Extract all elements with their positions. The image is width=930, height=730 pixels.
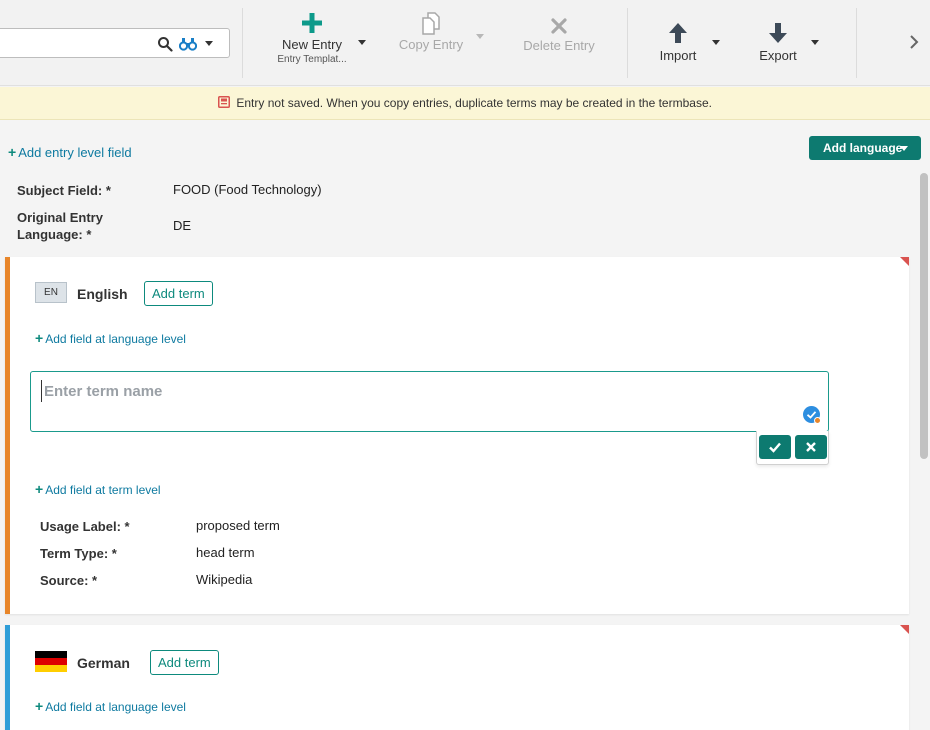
- plus-icon: +: [35, 481, 44, 497]
- toolbar-separator: [242, 8, 243, 78]
- plus-icon: +: [35, 698, 44, 714]
- plus-icon: [302, 13, 322, 33]
- warning-icon: [218, 96, 231, 108]
- toolbar-separator: [856, 8, 857, 78]
- cancel-term-button[interactable]: [795, 435, 827, 459]
- term-name-field[interactable]: [30, 371, 829, 432]
- term-type-value: head term: [196, 545, 255, 560]
- copy-entry-label: Copy Entry: [398, 37, 464, 52]
- usage-label-label: Usage Label: *: [40, 519, 130, 534]
- scrollbar-thumb[interactable]: [920, 173, 928, 459]
- usage-label-value: proposed term: [196, 518, 280, 533]
- search-icon[interactable]: [157, 36, 173, 52]
- copy-icon: [422, 12, 440, 35]
- export-button[interactable]: Export: [752, 10, 804, 63]
- check-icon: [769, 442, 781, 453]
- term-name-input[interactable]: [41, 380, 741, 402]
- export-label: Export: [759, 48, 797, 63]
- add-entry-level-field-link[interactable]: + Add entry level field: [8, 144, 132, 160]
- search-input[interactable]: [3, 34, 143, 52]
- add-field-language-level-link[interactable]: + Add field at language level: [35, 698, 186, 714]
- language-name: English: [77, 286, 128, 302]
- add-term-button[interactable]: Add term: [144, 281, 213, 306]
- term-type-label: Term Type: *: [40, 546, 117, 561]
- warning-banner: Entry not saved. When you copy entries, …: [0, 87, 930, 120]
- close-icon: [806, 442, 816, 452]
- add-language-button[interactable]: Add language: [809, 136, 921, 160]
- confirm-term-button[interactable]: [759, 435, 791, 459]
- language-name: German: [77, 655, 130, 671]
- term-actions: [756, 431, 829, 465]
- subject-field-value: FOOD (Food Technology): [173, 182, 322, 197]
- chevron-right-icon[interactable]: [908, 34, 920, 50]
- chevron-down-icon: [900, 146, 908, 151]
- german-flag-icon: [35, 651, 67, 672]
- corner-marker: [900, 257, 909, 266]
- new-entry-caret-icon[interactable]: [358, 40, 366, 45]
- entry-editor: + Add entry level field Add language Subj…: [0, 121, 930, 730]
- import-label: Import: [659, 48, 697, 63]
- source-value: Wikipedia: [196, 572, 253, 587]
- toolbar: New Entry Entry Templat... Copy Entry De…: [0, 0, 930, 86]
- delete-entry-button[interactable]: Delete Entry: [522, 10, 596, 53]
- add-field-language-level-link[interactable]: + Add field at language level: [35, 330, 186, 346]
- original-entry-language-value: DE: [173, 218, 192, 233]
- warning-message: Entry not saved. When you copy entries, …: [236, 96, 712, 110]
- delete-entry-label: Delete Entry: [523, 38, 595, 53]
- entry-template-label: Entry Templat...: [277, 54, 347, 65]
- new-entry-button[interactable]: New Entry Entry Templat...: [272, 10, 352, 65]
- corner-marker: [900, 625, 909, 634]
- language-card-german: German Add term + Add field at language l…: [5, 625, 909, 730]
- add-term-button[interactable]: Add term: [150, 650, 219, 675]
- plus-icon: +: [8, 144, 17, 160]
- toolbar-separator: [627, 8, 628, 78]
- import-caret-icon[interactable]: [712, 40, 720, 45]
- import-button[interactable]: Import: [652, 10, 704, 63]
- search-options-caret-icon[interactable]: [205, 41, 213, 46]
- search-box[interactable]: [0, 28, 230, 58]
- arrow-down-icon: [769, 23, 787, 43]
- binoculars-icon[interactable]: [179, 37, 197, 51]
- original-entry-language-label: Original Entry Language: *: [17, 210, 103, 242]
- copy-entry-caret-icon[interactable]: [476, 34, 484, 39]
- subject-field-label: Subject Field: *: [17, 183, 111, 198]
- source-label: Source: *: [40, 573, 98, 588]
- spellcheck-icon[interactable]: [803, 406, 821, 424]
- add-field-term-level-link[interactable]: + Add field at term level: [35, 481, 161, 497]
- language-code-badge: EN: [35, 282, 67, 303]
- export-caret-icon[interactable]: [811, 40, 819, 45]
- plus-icon: +: [35, 330, 44, 346]
- copy-entry-button[interactable]: Copy Entry: [396, 10, 466, 52]
- language-card-english: EN English Add term + Add field at langua…: [5, 257, 909, 614]
- new-entry-label: New Entry: [282, 37, 342, 52]
- x-icon: [551, 18, 567, 34]
- arrow-up-icon: [669, 23, 687, 43]
